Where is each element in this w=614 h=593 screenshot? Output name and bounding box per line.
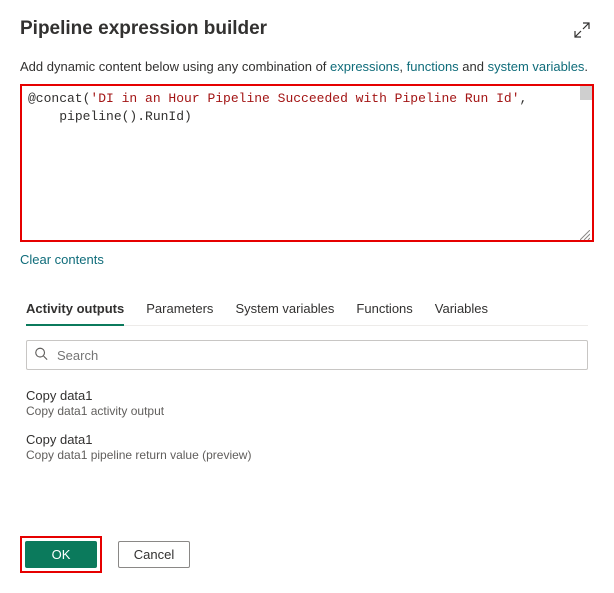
page-title: Pipeline expression builder bbox=[20, 18, 267, 40]
list-item[interactable]: Copy data1 Copy data1 activity output bbox=[26, 388, 588, 418]
cancel-button[interactable]: Cancel bbox=[118, 541, 190, 568]
output-subtitle: Copy data1 activity output bbox=[26, 404, 588, 418]
output-subtitle: Copy data1 pipeline return value (previe… bbox=[26, 448, 588, 462]
expand-icon[interactable] bbox=[570, 18, 594, 45]
tab-variables[interactable]: Variables bbox=[435, 295, 488, 325]
search-input[interactable] bbox=[26, 340, 588, 370]
search-icon bbox=[34, 347, 48, 364]
system-variables-link[interactable]: system variables bbox=[488, 59, 585, 74]
output-title: Copy data1 bbox=[26, 432, 588, 447]
clear-contents-link[interactable]: Clear contents bbox=[20, 252, 104, 267]
tabs-bar: Activity outputs Parameters System varia… bbox=[26, 295, 588, 326]
expression-editor[interactable]: @concat('DI in an Hour Pipeline Succeede… bbox=[20, 84, 594, 242]
list-item[interactable]: Copy data1 Copy data1 pipeline return va… bbox=[26, 432, 588, 462]
tab-functions[interactable]: Functions bbox=[356, 295, 412, 325]
subheading-prefix: Add dynamic content below using any comb… bbox=[20, 59, 330, 74]
editor-content: @concat('DI in an Hour Pipeline Succeede… bbox=[22, 86, 592, 130]
scrollbar-stub bbox=[580, 86, 592, 100]
tab-parameters[interactable]: Parameters bbox=[146, 295, 213, 325]
tab-activity-outputs[interactable]: Activity outputs bbox=[26, 295, 124, 326]
resize-handle-icon[interactable] bbox=[580, 228, 590, 238]
output-title: Copy data1 bbox=[26, 388, 588, 403]
expressions-link[interactable]: expressions bbox=[330, 59, 399, 74]
functions-link[interactable]: functions bbox=[407, 59, 459, 74]
subheading-text: Add dynamic content below using any comb… bbox=[20, 59, 594, 74]
tab-system-variables[interactable]: System variables bbox=[235, 295, 334, 325]
ok-highlight: OK bbox=[20, 536, 102, 573]
ok-button[interactable]: OK bbox=[25, 541, 97, 568]
